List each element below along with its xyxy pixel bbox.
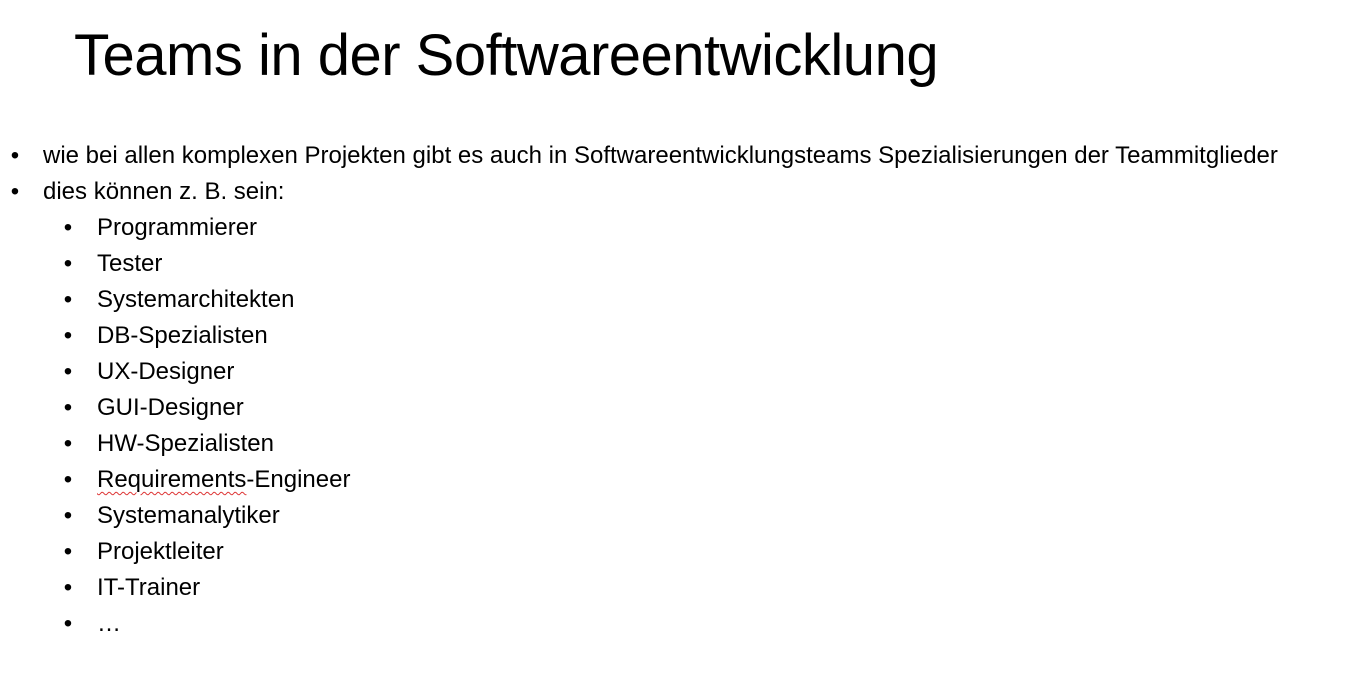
slide-body: • wie bei allen komplexen Projekten gibt…: [0, 138, 1330, 642]
sub-bullet-item: • Tester: [0, 246, 1330, 282]
role-programmierer: Programmierer: [97, 214, 258, 241]
bullet-item: • dies können z. B. sein:: [0, 174, 1330, 210]
sub-bullet-item: • DB-Spezialisten: [0, 318, 1330, 354]
bullet-icon: •: [63, 610, 73, 637]
role-ellipsis: …: [97, 610, 121, 637]
role-tester: Tester: [97, 250, 163, 277]
bullet-icon: •: [63, 358, 73, 385]
bullet-icon: •: [63, 250, 73, 277]
bullet-icon: •: [63, 214, 73, 241]
role-ux-designer: UX-Designer: [97, 358, 235, 385]
role-db-spezialisten: DB-Spezialisten: [97, 322, 268, 349]
bullet-icon: •: [63, 394, 73, 421]
bullet-icon: •: [10, 178, 20, 205]
slide: Teams in der Softwareentwicklung • wie b…: [0, 0, 1346, 687]
bullet-icon: •: [63, 466, 73, 493]
bullet-item: • wie bei allen komplexen Projekten gibt…: [0, 138, 1330, 174]
bullet-icon: •: [63, 574, 73, 601]
role-gui-designer: GUI-Designer: [97, 394, 244, 421]
sub-bullet-item: • Systemarchitekten: [0, 282, 1330, 318]
role-systemarchitekten: Systemarchitekten: [97, 286, 295, 313]
bullet-text: wie bei allen komplexen Projekten gibt e…: [43, 142, 1278, 169]
sub-bullet-item: • Programmierer: [0, 210, 1330, 246]
bullet-icon: •: [63, 430, 73, 457]
spellcheck-underlined-word[interactable]: Requirements: [97, 466, 246, 493]
sub-bullet-item: • GUI-Designer: [0, 390, 1330, 426]
role-projektleiter: Projektleiter: [97, 538, 224, 565]
slide-title: Teams in der Softwareentwicklung: [74, 23, 939, 88]
bullet-icon: •: [63, 538, 73, 565]
sub-bullet-item: • UX-Designer: [0, 354, 1330, 390]
sub-bullet-item: • Systemanalytiker: [0, 498, 1330, 534]
sub-bullet-item: • Projektleiter: [0, 534, 1330, 570]
bullet-icon: •: [10, 142, 20, 169]
sub-bullet-item: • HW-Spezialisten: [0, 426, 1330, 462]
role-it-trainer: IT-Trainer: [97, 574, 201, 601]
role-requirements-suffix: -Engineer: [246, 466, 351, 493]
sub-bullet-item: • …: [0, 606, 1330, 642]
role-systemanalytiker: Systemanalytiker: [97, 502, 280, 529]
bullet-icon: •: [63, 286, 73, 313]
bullet-text: dies können z. B. sein:: [43, 178, 285, 205]
sub-bullet-item: • Requirements-Engineer: [0, 462, 1330, 498]
sub-bullet-item: • IT-Trainer: [0, 570, 1330, 606]
role-requirements-engineer: Requirements-Engineer: [97, 466, 350, 493]
bullet-icon: •: [63, 502, 73, 529]
role-hw-spezialisten: HW-Spezialisten: [97, 430, 274, 457]
bullet-icon: •: [63, 322, 73, 349]
